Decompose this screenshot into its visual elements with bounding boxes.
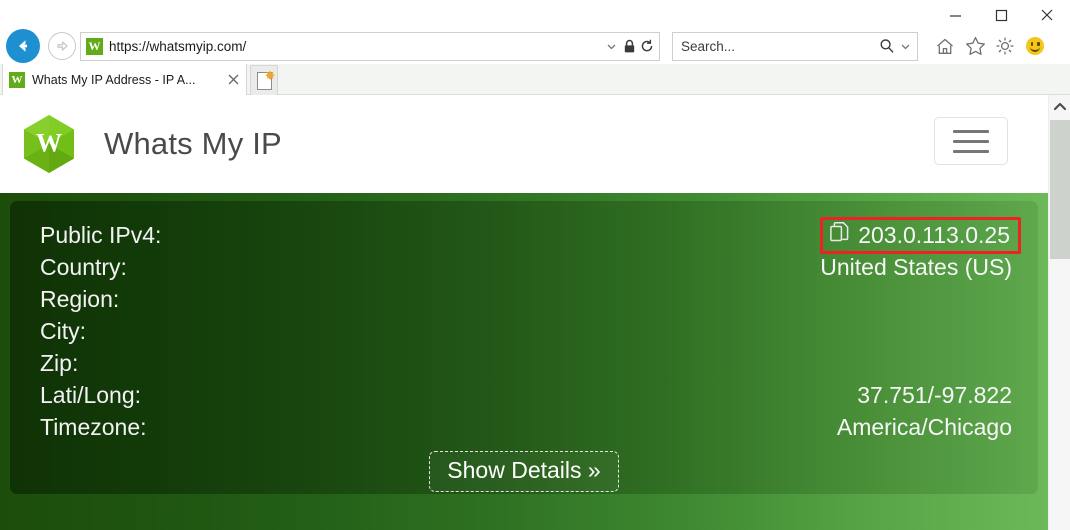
show-details-button[interactable]: Show Details » <box>429 451 619 492</box>
minimize-button[interactable] <box>932 1 978 29</box>
site-title: Whats My IP <box>104 126 282 161</box>
info-row-timezone: Timezone: America/Chicago <box>40 411 1012 443</box>
ip-hero-band: Public IPv4: 203.0.113.0.25 Country: Uni… <box>0 193 1048 530</box>
address-dropdown-icon[interactable] <box>603 42 619 51</box>
maximize-button[interactable] <box>978 1 1024 29</box>
tab-close-icon[interactable] <box>224 71 242 89</box>
gear-icon[interactable] <box>990 31 1020 61</box>
smiley-icon[interactable] <box>1020 31 1050 61</box>
info-value: 37.751/-97.822 <box>857 381 1012 408</box>
forward-button[interactable] <box>44 29 80 63</box>
padlock-icon[interactable] <box>621 39 637 54</box>
home-icon[interactable] <box>930 31 960 61</box>
menu-button[interactable] <box>934 117 1008 165</box>
page-viewport: W Whats My IP Public IPv4: 203.0.113.0.2… <box>0 95 1048 530</box>
browser-window: W https://whatsmyip.com/ Search... W Wha… <box>0 0 1070 530</box>
forward-arrow-icon <box>48 32 76 60</box>
search-input[interactable]: Search... <box>672 31 918 61</box>
toolbar-buttons <box>930 31 1050 61</box>
info-label: Zip: <box>40 349 79 376</box>
info-row-country: Country: United States (US) <box>40 251 1012 283</box>
info-row-region: Region: <box>40 283 1012 315</box>
info-label: Country: <box>40 253 127 280</box>
new-tab-button[interactable]: ✸ <box>250 65 278 95</box>
info-row-zip: Zip: <box>40 347 1012 379</box>
vertical-scrollbar[interactable] <box>1048 95 1070 530</box>
info-value: America/Chicago <box>836 413 1012 440</box>
info-row-public-ipv4: Public IPv4: 203.0.113.0.25 <box>40 216 1021 254</box>
tab-whats-my-ip[interactable]: W Whats My IP Address - IP A... <box>2 64 247 95</box>
browser-toolbar: W https://whatsmyip.com/ Search... <box>0 28 1070 64</box>
favorites-star-icon[interactable] <box>960 31 990 61</box>
hamburger-line-3 <box>953 149 989 153</box>
tab-strip: W Whats My IP Address - IP A... ✸ <box>0 64 1070 95</box>
search-dropdown-icon[interactable] <box>897 42 913 51</box>
tab-title: Whats My IP Address - IP A... <box>32 72 196 87</box>
info-label: City: <box>40 317 86 344</box>
info-label: Lati/Long: <box>40 381 142 408</box>
new-tab-star-icon: ✸ <box>264 67 276 83</box>
public-ip-value-highlighted[interactable]: 203.0.113.0.25 <box>820 216 1021 254</box>
scrollbar-thumb[interactable] <box>1050 120 1070 259</box>
hamburger-line-2 <box>953 139 989 143</box>
refresh-icon[interactable] <box>639 39 655 53</box>
public-ip-text: 203.0.113.0.25 <box>858 221 1010 248</box>
new-tab-page-icon: ✸ <box>256 69 276 90</box>
info-value: United States (US) <box>820 253 1012 280</box>
site-header: W Whats My IP <box>0 95 1048 193</box>
magnifier-icon[interactable] <box>879 38 895 54</box>
info-row-city: City: <box>40 315 1012 347</box>
chevron-up-icon <box>1054 102 1066 110</box>
site-logo-hexagon-icon[interactable]: W <box>18 113 80 175</box>
back-button[interactable] <box>2 29 44 63</box>
smiley-face <box>1026 37 1044 55</box>
back-arrow-icon <box>6 29 40 63</box>
ip-info-rows: Public IPv4: 203.0.113.0.25 Country: Uni… <box>40 216 1021 443</box>
ip-info-panel: Public IPv4: 203.0.113.0.25 Country: Uni… <box>10 201 1038 494</box>
info-label: Region: <box>40 285 120 312</box>
tab-favicon-icon: W <box>9 71 25 88</box>
search-placeholder-text: Search... <box>681 38 736 54</box>
hamburger-line-1 <box>953 129 989 133</box>
window-controls <box>932 0 1070 30</box>
address-url-text: https://whatsmyip.com/ <box>109 38 247 54</box>
info-label: Public IPv4: <box>40 221 162 248</box>
address-bar[interactable]: W https://whatsmyip.com/ <box>80 31 660 61</box>
scroll-up-button[interactable] <box>1049 95 1070 117</box>
info-row-latlong: Lati/Long: 37.751/-97.822 <box>40 379 1012 411</box>
info-label: Timezone: <box>40 413 147 440</box>
copy-icon[interactable] <box>830 222 849 248</box>
address-favicon-icon: W <box>86 37 103 55</box>
close-button[interactable] <box>1024 1 1070 29</box>
show-details-area: Show Details » <box>10 451 1038 492</box>
